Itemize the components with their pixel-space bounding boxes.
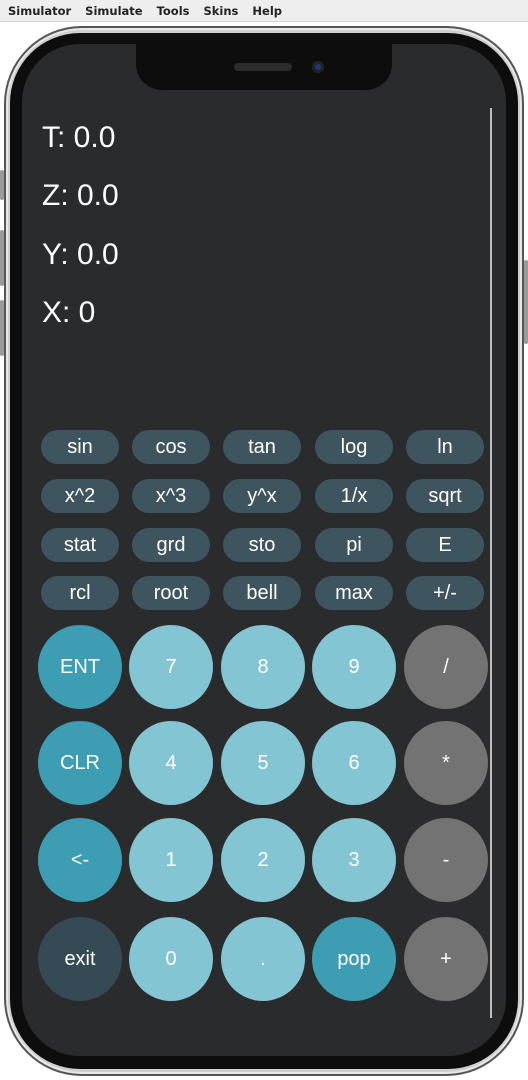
phone-power-button bbox=[524, 260, 528, 344]
fn-key-[interactable]: +/- bbox=[406, 576, 484, 610]
fn-key-sto[interactable]: sto bbox=[223, 528, 301, 562]
phone-volume-down bbox=[0, 300, 4, 356]
fn-key-cos[interactable]: cos bbox=[132, 430, 210, 464]
menu-bar: Simulator Simulate Tools Skins Help bbox=[0, 0, 528, 22]
fn-key-sin[interactable]: sin bbox=[41, 430, 119, 464]
stack-y-register: Y: 0.0 bbox=[42, 238, 119, 271]
speaker-grille bbox=[234, 63, 292, 71]
menu-simulator[interactable]: Simulator bbox=[8, 4, 71, 18]
screen-edge bbox=[490, 108, 492, 1018]
front-camera-icon bbox=[312, 61, 324, 73]
fn-key-1x[interactable]: 1/x bbox=[315, 479, 393, 513]
phone-volume-up bbox=[0, 230, 4, 286]
stack-t-register: T: 0.0 bbox=[42, 121, 116, 154]
6-key[interactable]: 6 bbox=[312, 721, 396, 805]
3-key[interactable]: 3 bbox=[312, 818, 396, 902]
menu-skins[interactable]: Skins bbox=[203, 4, 238, 18]
subtract-key[interactable]: - bbox=[404, 818, 488, 902]
fn-key-tan[interactable]: tan bbox=[223, 430, 301, 464]
pop-key[interactable]: pop bbox=[312, 917, 396, 1001]
fn-key-sqrt[interactable]: sqrt bbox=[406, 479, 484, 513]
8-key[interactable]: 8 bbox=[221, 625, 305, 709]
5-key[interactable]: 5 bbox=[221, 721, 305, 805]
fn-key-x3[interactable]: x^3 bbox=[132, 479, 210, 513]
fn-key-ln[interactable]: ln bbox=[406, 430, 484, 464]
phone-side-button bbox=[0, 170, 4, 200]
fn-key-yx[interactable]: y^x bbox=[223, 479, 301, 513]
fn-key-root[interactable]: root bbox=[132, 576, 210, 610]
add-key[interactable]: + bbox=[404, 917, 488, 1001]
2-key[interactable]: 2 bbox=[221, 818, 305, 902]
fn-key-max[interactable]: max bbox=[315, 576, 393, 610]
clr-key[interactable]: CLR bbox=[38, 721, 122, 805]
ent-key[interactable]: ENT bbox=[38, 625, 122, 709]
stack-z-register: Z: 0.0 bbox=[42, 179, 119, 212]
stack-x-register: X: 0 bbox=[42, 296, 96, 329]
exit-key[interactable]: exit bbox=[38, 917, 122, 1001]
fn-key-stat[interactable]: stat bbox=[41, 528, 119, 562]
fn-key-bell[interactable]: bell bbox=[223, 576, 301, 610]
7-key[interactable]: 7 bbox=[129, 625, 213, 709]
menu-help[interactable]: Help bbox=[252, 4, 282, 18]
decimal-key[interactable]: . bbox=[221, 917, 305, 1001]
fn-key-x2[interactable]: x^2 bbox=[41, 479, 119, 513]
multiply-key[interactable]: * bbox=[404, 721, 488, 805]
backspace-key[interactable]: <- bbox=[38, 818, 122, 902]
fn-key-grd[interactable]: grd bbox=[132, 528, 210, 562]
menu-tools[interactable]: Tools bbox=[157, 4, 190, 18]
fn-key-rcl[interactable]: rcl bbox=[41, 576, 119, 610]
4-key[interactable]: 4 bbox=[129, 721, 213, 805]
fn-key-e[interactable]: E bbox=[406, 528, 484, 562]
divide-key[interactable]: / bbox=[404, 625, 488, 709]
0-key[interactable]: 0 bbox=[129, 917, 213, 1001]
menu-simulate[interactable]: Simulate bbox=[85, 4, 142, 18]
9-key[interactable]: 9 bbox=[312, 625, 396, 709]
fn-key-pi[interactable]: pi bbox=[315, 528, 393, 562]
1-key[interactable]: 1 bbox=[129, 818, 213, 902]
fn-key-log[interactable]: log bbox=[315, 430, 393, 464]
